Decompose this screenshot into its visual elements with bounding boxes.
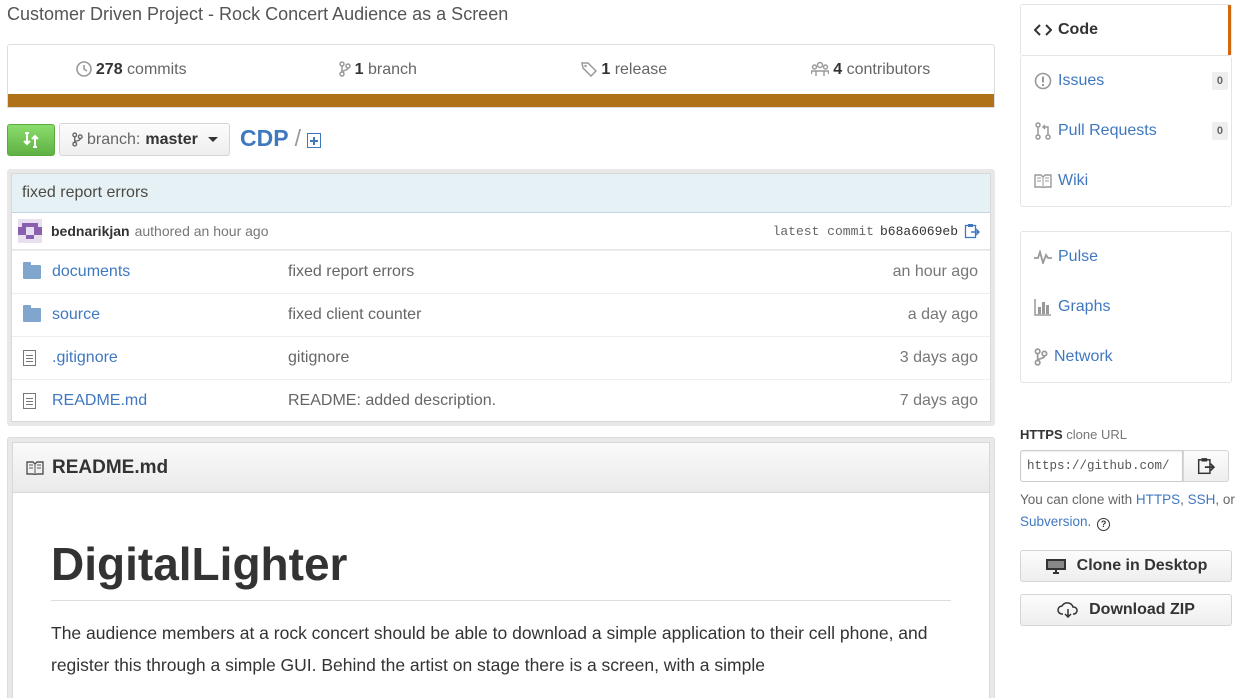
compare-button[interactable] <box>7 124 55 156</box>
repo-root-link[interactable]: CDP <box>240 125 289 152</box>
cloud-download-icon <box>1057 602 1078 618</box>
releases-stat[interactable]: 1 release <box>501 61 748 79</box>
nav-graphs[interactable]: Graphs <box>1021 282 1231 332</box>
branch-icon <box>72 132 83 147</box>
pulse-icon <box>1034 250 1052 264</box>
file-age: a day ago <box>907 306 978 323</box>
new-file-icon[interactable] <box>306 133 321 148</box>
clone-url-input[interactable]: https://github.com/ <box>1020 450 1183 482</box>
file-row-readme[interactable]: README.md README: added description. 7 d… <box>12 379 990 422</box>
readme-heading: DigitalLighter <box>51 493 951 601</box>
code-icon <box>1034 24 1052 36</box>
file-name[interactable]: .gitignore <box>52 349 288 367</box>
file-row-documents[interactable]: documents fixed report errors an hour ag… <box>12 250 990 293</box>
help-icon[interactable]: ? <box>1097 518 1111 531</box>
clone-subversion-link[interactable]: Subversion <box>1020 514 1088 529</box>
commit-sha[interactable]: b68a6069eb <box>880 224 958 239</box>
chevron-down-icon <box>207 137 218 142</box>
file-row-source[interactable]: source fixed client counter a day ago <box>12 293 990 336</box>
file-navigation: fixed report errors bednarikjan authored… <box>7 169 995 426</box>
graph-icon <box>1034 299 1051 316</box>
copy-clone-url-button[interactable] <box>1183 450 1229 482</box>
history-icon <box>76 60 92 77</box>
issue-icon <box>1034 72 1052 90</box>
clone-help-text: You can clone with HTTPS, SSH, or Subver… <box>1020 492 1235 531</box>
file-commit-message[interactable]: gitignore <box>288 349 900 367</box>
readme-header: README.md <box>12 442 990 492</box>
nav-code[interactable]: Code <box>1021 5 1231 55</box>
organization-icon <box>811 61 830 76</box>
latest-commit-meta: bednarikjan authored an hour ago latest … <box>12 213 990 250</box>
file-name[interactable]: README.md <box>52 392 288 410</box>
nav-network[interactable]: Network <box>1021 332 1231 382</box>
compare-icon <box>23 132 39 148</box>
file-name[interactable]: documents <box>52 263 288 281</box>
clipboard-icon <box>1197 458 1215 475</box>
clone-in-desktop-button[interactable]: Clone in Desktop <box>1020 550 1232 582</box>
breadcrumb-separator: / <box>294 125 301 151</box>
folder-icon <box>23 305 41 322</box>
contributors-stat[interactable]: 4 contributors <box>748 61 995 79</box>
pull-requests-count-badge: 0 <box>1211 122 1228 140</box>
latest-commit-message[interactable]: fixed report errors <box>12 174 990 213</box>
download-zip-button[interactable]: Download ZIP <box>1020 594 1232 626</box>
language-bar <box>8 94 994 107</box>
file-age: 7 days ago <box>899 392 978 409</box>
nav-pull-requests[interactable]: Pull Requests 0 <box>1021 106 1231 156</box>
readme-paragraph: The audience members at a rock concert s… <box>51 622 928 675</box>
commit-author[interactable]: bednarikjan <box>51 223 130 239</box>
file-row-gitignore[interactable]: .gitignore gitignore 3 days ago <box>12 336 990 379</box>
tag-icon <box>581 61 598 77</box>
file-commit-message[interactable]: README: added description. <box>288 392 900 410</box>
issues-count-badge: 0 <box>1211 72 1228 90</box>
file-name[interactable]: source <box>52 306 288 324</box>
network-icon <box>1034 348 1048 366</box>
file-commit-message[interactable]: fixed client counter <box>288 306 908 324</box>
desktop-icon <box>1045 559 1066 574</box>
clone-ssh-link[interactable]: SSH <box>1188 492 1216 507</box>
commit-time: authored an hour ago <box>134 223 269 239</box>
readme-content: DigitalLighter The audience members at a… <box>12 492 990 698</box>
clone-url-title: HTTPS clone URL <box>1020 427 1127 442</box>
latest-commit-label: latest commit <box>772 223 874 239</box>
nav-issues[interactable]: Issues 0 <box>1021 56 1231 106</box>
book-icon <box>1034 174 1052 188</box>
readme-panel: README.md DigitalLighter The audience me… <box>7 437 995 698</box>
repository-nav: Code Issues 0 Pull Requests 0 Wiki Pulse… <box>1020 4 1232 407</box>
nav-pulse[interactable]: Pulse <box>1021 232 1231 282</box>
file-age: an hour ago <box>892 263 978 280</box>
file-text-icon <box>23 350 36 366</box>
repository-description: Customer Driven Project - Rock Concert A… <box>7 4 509 24</box>
branches-stat[interactable]: 1 branch <box>255 61 502 79</box>
readme-filename: README.md <box>52 456 169 478</box>
folder-icon <box>23 262 41 279</box>
nav-wiki[interactable]: Wiki <box>1021 156 1231 206</box>
branch-selector[interactable]: branch: master <box>59 123 230 156</box>
book-icon <box>26 460 44 475</box>
breadcrumb: CDP / <box>240 125 321 152</box>
clone-https-link[interactable]: HTTPS <box>1136 492 1180 507</box>
repository-stats: 278 commits 1 branch 1 release 4 contrib… <box>7 44 995 108</box>
file-age: 3 days ago <box>899 349 978 366</box>
file-text-icon <box>23 393 36 409</box>
commits-stat[interactable]: 278 commits <box>8 61 255 79</box>
file-commit-message[interactable]: fixed report errors <box>288 263 893 281</box>
pull-request-icon <box>1035 122 1051 140</box>
clipboard-icon[interactable] <box>964 223 980 239</box>
branch-icon <box>338 60 351 77</box>
avatar[interactable] <box>18 219 42 243</box>
